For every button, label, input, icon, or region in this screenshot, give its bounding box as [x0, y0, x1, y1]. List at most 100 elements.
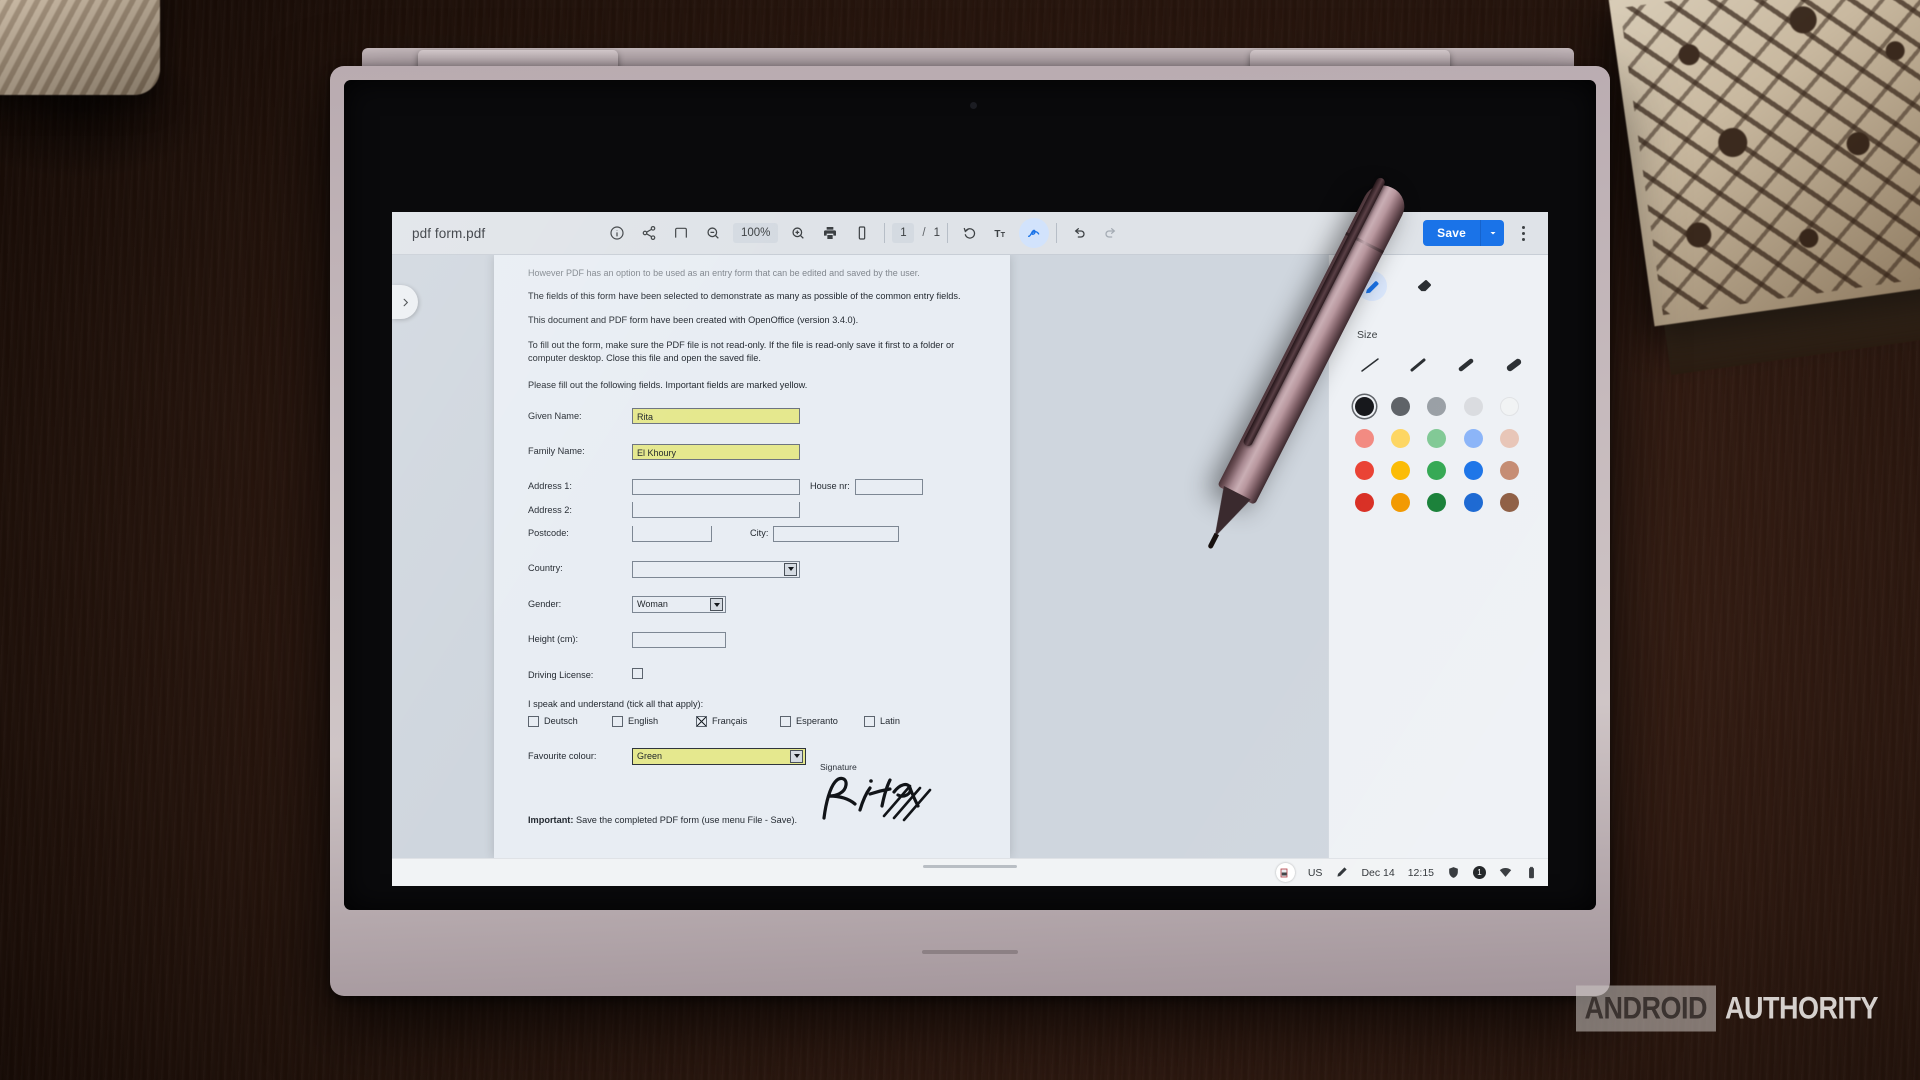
sidebar-expand-chevron-right-icon[interactable] — [392, 285, 418, 319]
color-swatch[interactable] — [1499, 493, 1519, 512]
color-swatch[interactable] — [1355, 493, 1374, 512]
draw-annotate-icon[interactable] — [1019, 218, 1050, 248]
language-option-francais[interactable]: Français — [696, 715, 780, 728]
address1-field[interactable] — [632, 479, 800, 496]
table-row: Postcode: City: — [528, 522, 976, 545]
color-swatch[interactable] — [1391, 397, 1411, 416]
color-swatch[interactable] — [1355, 429, 1374, 448]
house-nr-field[interactable] — [854, 479, 923, 496]
spacer-row — [528, 463, 976, 475]
share-icon[interactable] — [634, 218, 664, 248]
color-swatch[interactable] — [1463, 429, 1483, 448]
deutsch-label: Deutsch — [544, 716, 578, 727]
keyboard-layout-indicator[interactable]: US — [1308, 867, 1323, 879]
spacer-row — [528, 581, 976, 593]
francais-checkbox[interactable] — [696, 716, 707, 728]
gender-value: Woman — [637, 598, 668, 609]
woven-basket-object — [0, 0, 160, 95]
color-swatch[interactable] — [1391, 429, 1411, 448]
save-button[interactable]: Save — [1423, 220, 1480, 246]
language-option-deutsch[interactable]: Deutsch — [528, 715, 612, 728]
info-icon[interactable] — [602, 218, 632, 248]
stylus-icon[interactable] — [1335, 866, 1348, 879]
house-nr-label: House nr: — [810, 481, 850, 492]
laptop-body: pdf form.pdf 100% 1 / 1 T T Save However… — [330, 66, 1610, 996]
eraser-tool-icon[interactable] — [1409, 271, 1439, 301]
color-swatch[interactable] — [1355, 397, 1374, 416]
city-field[interactable] — [773, 525, 900, 542]
language-option-latin[interactable]: Latin — [864, 715, 948, 728]
language-option-esperanto[interactable]: Esperanto — [780, 715, 864, 728]
watermark: ANDROID AUTHORITY — [1575, 985, 1879, 1032]
stroke-size-4[interactable] — [1501, 355, 1527, 375]
address2-field[interactable] — [632, 502, 800, 519]
given-name-field[interactable]: Rita — [632, 408, 800, 425]
pdf-paragraph: Please fill out the following fields. Im… — [528, 380, 808, 391]
zoom-out-icon[interactable] — [698, 218, 728, 248]
deutsch-checkbox[interactable] — [528, 716, 539, 728]
save-dropdown-caret-icon[interactable] — [1480, 220, 1504, 246]
driving-license-checkbox[interactable] — [632, 668, 643, 680]
color-swatch[interactable] — [1391, 493, 1411, 512]
color-swatch[interactable] — [1427, 493, 1447, 512]
shelf-drag-handle[interactable] — [923, 865, 1017, 868]
table-row: Gender: Woman — [528, 593, 976, 616]
stroke-size-3[interactable] — [1453, 355, 1479, 375]
zoom-in-icon[interactable] — [783, 218, 813, 248]
notification-badge-icon[interactable]: 1 — [1473, 866, 1486, 879]
page-navigation: 1 / 1 — [892, 223, 940, 243]
family-name-field[interactable]: El Khoury — [632, 443, 800, 460]
table-row: Address 2: — [528, 499, 976, 522]
fit-page-icon[interactable] — [666, 218, 696, 248]
redo-icon[interactable] — [1096, 218, 1126, 248]
zoom-level-value[interactable]: 100% — [733, 223, 779, 243]
pen-tool-icon[interactable] — [1357, 271, 1387, 301]
battery-icon[interactable] — [1525, 866, 1538, 879]
color-swatch[interactable] — [1391, 461, 1411, 480]
carved-wooden-box-object — [1608, 0, 1920, 327]
color-swatch[interactable] — [1463, 397, 1483, 416]
latin-checkbox[interactable] — [864, 716, 875, 728]
shelf-date[interactable]: Dec 14 — [1361, 867, 1394, 879]
color-swatch[interactable] — [1355, 461, 1374, 480]
shelf-time[interactable]: 12:15 — [1408, 867, 1434, 879]
table-row: Given Name: Rita — [528, 405, 976, 428]
color-swatch[interactable] — [1427, 397, 1447, 416]
rotate-icon[interactable] — [955, 218, 985, 248]
stroke-size-2[interactable] — [1405, 355, 1431, 375]
driving-license-label: Driving License: — [528, 669, 594, 680]
latin-label: Latin — [880, 716, 900, 727]
color-swatch[interactable] — [1499, 429, 1519, 448]
language-option-english[interactable]: English — [612, 715, 696, 728]
color-swatch[interactable] — [1499, 461, 1519, 480]
francais-label: Français — [712, 716, 748, 727]
family-name-label: Family Name: — [528, 446, 585, 457]
page-number-input[interactable]: 1 — [892, 223, 915, 243]
wifi-icon[interactable] — [1499, 866, 1512, 879]
print-icon[interactable] — [815, 218, 845, 248]
height-cell — [632, 628, 976, 651]
color-swatch[interactable] — [1499, 397, 1519, 416]
gender-cell: Woman — [632, 593, 976, 616]
undo-icon[interactable] — [1064, 218, 1094, 248]
color-swatch[interactable] — [1427, 461, 1447, 480]
favourite-colour-select[interactable]: Green — [632, 747, 806, 765]
screen-content: pdf form.pdf 100% 1 / 1 T T Save However… — [392, 212, 1548, 886]
postcode-field[interactable] — [632, 525, 712, 542]
english-checkbox[interactable] — [612, 716, 623, 728]
stroke-size-1[interactable] — [1357, 355, 1383, 375]
color-swatch[interactable] — [1463, 493, 1483, 512]
mobile-view-icon[interactable] — [847, 218, 877, 248]
pdf-app-toolbar: pdf form.pdf 100% 1 / 1 T T Save — [392, 212, 1548, 255]
country-select[interactable] — [632, 560, 800, 578]
color-swatch[interactable] — [1463, 461, 1483, 480]
esperanto-label: Esperanto — [796, 716, 838, 727]
app-launcher-icon[interactable] — [1275, 863, 1295, 882]
more-options-icon[interactable] — [1510, 218, 1536, 248]
shield-icon[interactable] — [1447, 866, 1460, 879]
text-annotate-icon[interactable]: T T — [987, 218, 1017, 248]
esperanto-checkbox[interactable] — [780, 716, 791, 728]
color-swatch[interactable] — [1427, 429, 1447, 448]
height-field[interactable] — [632, 631, 726, 648]
gender-select[interactable]: Woman — [632, 596, 726, 613]
